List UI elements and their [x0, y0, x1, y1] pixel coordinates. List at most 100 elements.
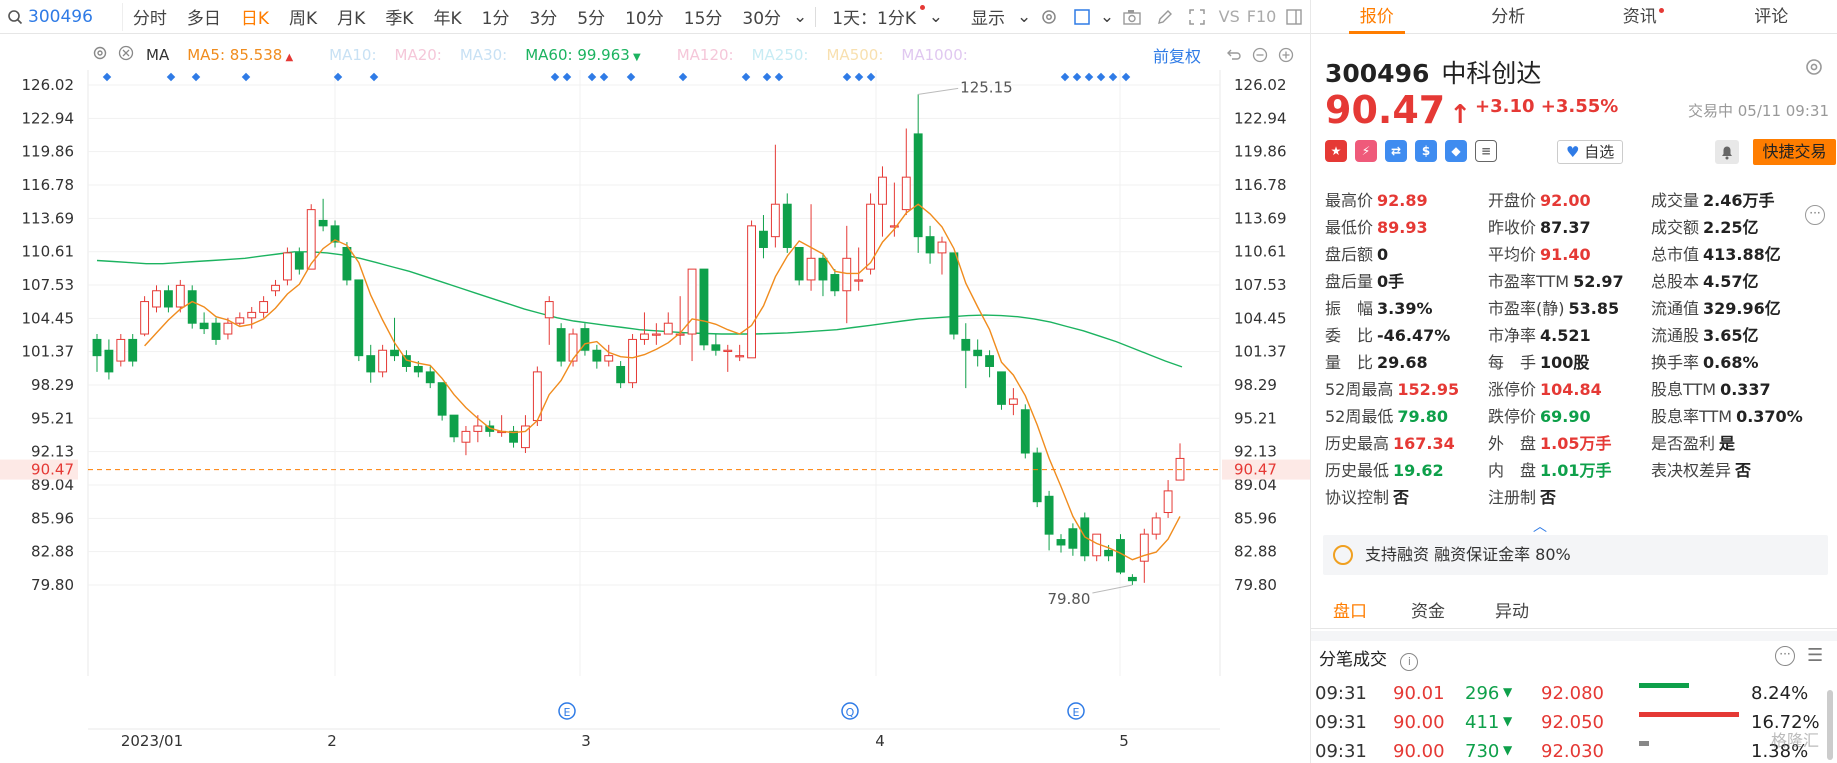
y-tick-right: 104.45	[1234, 309, 1287, 327]
signal-marker	[1072, 72, 1082, 82]
quote-cell: 外 盘 1.05万手	[1488, 434, 1612, 453]
down-arrow-icon: ▼	[1503, 714, 1513, 728]
candle-body	[1044, 495, 1054, 535]
more-icon[interactable]: ···	[1775, 646, 1795, 666]
candle-body	[1104, 549, 1114, 557]
panel-toggle-icon[interactable]	[1278, 0, 1310, 34]
kline-svg[interactable]: 126.02 126.02 122.94 122.94 119.86 119.86 116.…	[0, 70, 1310, 763]
indicator-settings-icon[interactable]	[92, 45, 108, 65]
dollar-icon[interactable]: $	[1415, 140, 1437, 162]
chevron-down-icon[interactable]: ⌄	[1098, 7, 1116, 27]
app: 300496 分时 多日 日K 周K 月K 季K 年K 1分 3分 5分 10分 15分 30分 ⌄ 1…	[0, 0, 1837, 763]
chevron-down-icon[interactable]: ⌄	[925, 7, 947, 27]
depth-tabs: 盘口 资金 异动	[1311, 595, 1837, 629]
bell-icon[interactable]	[1715, 140, 1739, 164]
signal-marker	[741, 72, 751, 82]
trade-price: 90.00	[1393, 741, 1445, 762]
signal-marker	[1108, 72, 1118, 82]
zoom-in-icon[interactable]	[1278, 47, 1294, 67]
quote-tab-2[interactable]: 资讯	[1574, 0, 1706, 33]
y-tick-left: 92.13	[31, 443, 74, 461]
candle-body	[937, 241, 947, 254]
quote-tab-0[interactable]: 报价	[1311, 0, 1443, 34]
indicator-close-icon[interactable]	[118, 45, 134, 65]
period-tab-8[interactable]: 3分	[519, 4, 567, 29]
period-tab-1[interactable]: 多日	[177, 4, 231, 29]
depth-tab-0[interactable]: 盘口	[1333, 595, 1367, 629]
quick-trade-button[interactable]: 快捷交易	[1753, 139, 1836, 165]
period-tab-0[interactable]: 分时	[123, 4, 177, 29]
tag-icon[interactable]: ◆	[1445, 140, 1467, 162]
period-tab-9[interactable]: 5分	[567, 4, 615, 29]
candle-body	[294, 252, 304, 270]
candle-body	[711, 344, 721, 351]
document-icon[interactable]: ≡	[1475, 140, 1497, 162]
chevron-down-icon[interactable]: ⌄	[1015, 7, 1033, 27]
lightning-icon[interactable]: ⚡	[1355, 140, 1377, 162]
period-tab-7[interactable]: 1分	[472, 4, 520, 29]
pencil-icon[interactable]	[1148, 0, 1180, 34]
more-icon[interactable]: ···	[1805, 205, 1825, 225]
candle-body	[878, 176, 887, 205]
candle-body	[854, 279, 864, 282]
kline-chart[interactable]: 126.02 126.02 122.94 122.94 119.86 119.86 116.…	[0, 70, 1310, 763]
period-tab-12[interactable]: 30分	[732, 4, 791, 29]
quote-tab-1[interactable]: 分析	[1443, 0, 1575, 33]
candle-body	[163, 290, 173, 308]
quote-tab-3[interactable]: 评论	[1706, 0, 1837, 33]
signal-marker	[241, 72, 251, 82]
high-label: 125.15	[960, 78, 1013, 96]
chevron-up-icon[interactable]: ︿	[1533, 516, 1547, 536]
undo-icon[interactable]	[1226, 47, 1242, 67]
fullscreen-icon[interactable]	[1181, 0, 1213, 34]
vs-compare-icon[interactable]: VS	[1213, 0, 1245, 34]
signal-marker	[191, 72, 201, 82]
scrollbar[interactable]	[1827, 690, 1833, 760]
period-tab-10[interactable]: 10分	[615, 4, 674, 29]
quote-cell: 股息TTM 0.337	[1651, 380, 1771, 399]
y-tick-left: 79.80	[31, 576, 74, 594]
candle-body	[723, 349, 733, 352]
period-tab-4[interactable]: 月K	[327, 4, 375, 29]
candle-body	[1032, 452, 1042, 503]
y-tick-left: 85.96	[31, 509, 74, 527]
list-icon[interactable]: ☰	[1807, 645, 1823, 666]
quote-cell: 历史最高 167.34	[1325, 434, 1455, 453]
zoom-out-icon[interactable]	[1252, 47, 1268, 67]
settings-icon[interactable]	[1803, 56, 1825, 82]
trade-price: 90.00	[1393, 712, 1445, 733]
display-menu[interactable]: 显示	[961, 4, 1015, 29]
settings-icon[interactable]	[1033, 0, 1065, 34]
stock-code-search[interactable]: 300496	[4, 2, 123, 31]
period-tab-6[interactable]: 年K	[423, 4, 471, 29]
chevron-down-icon[interactable]: ⌄	[791, 7, 809, 27]
add-watchlist-button[interactable]: ♥ 自选	[1557, 140, 1624, 164]
candle-body	[592, 349, 602, 362]
depth-tab-1[interactable]: 资金	[1411, 595, 1445, 629]
period-tab-2[interactable]: 日K	[231, 4, 279, 29]
coin-icon	[1333, 545, 1353, 565]
candle-body	[640, 333, 649, 340]
y-tick-right: 95.21	[1234, 409, 1277, 427]
fuquan-button[interactable]: 前复权	[1153, 43, 1201, 67]
y-tick-left: 122.94	[22, 109, 75, 127]
span-select[interactable]: 1天：1分K	[822, 4, 926, 29]
y-tick-left: 110.61	[22, 243, 75, 261]
candle-body	[199, 322, 209, 330]
quote-icons: ★ ⚡ ⇄ $ ◆ ≡ ♥ 自选 快捷交易	[1325, 138, 1836, 166]
y-tick-left: 113.69	[22, 209, 75, 227]
candle-body	[390, 349, 399, 357]
shuffle-icon[interactable]: ⇄	[1385, 140, 1407, 162]
depth-tab-2[interactable]: 异动	[1495, 595, 1529, 629]
candle-body	[1151, 517, 1161, 535]
period-tab-5[interactable]: 季K	[375, 4, 423, 29]
candle-body	[354, 279, 364, 357]
candle-body	[663, 322, 673, 335]
period-tab-11[interactable]: 15分	[674, 4, 733, 29]
period-tab-3[interactable]: 周K	[279, 4, 327, 29]
ma-label[interactable]: MA	[146, 46, 169, 64]
rectangle-icon[interactable]	[1066, 0, 1098, 34]
f10-icon[interactable]: F10	[1245, 0, 1277, 34]
camera-icon[interactable]	[1116, 0, 1148, 34]
candle-body	[556, 328, 566, 362]
